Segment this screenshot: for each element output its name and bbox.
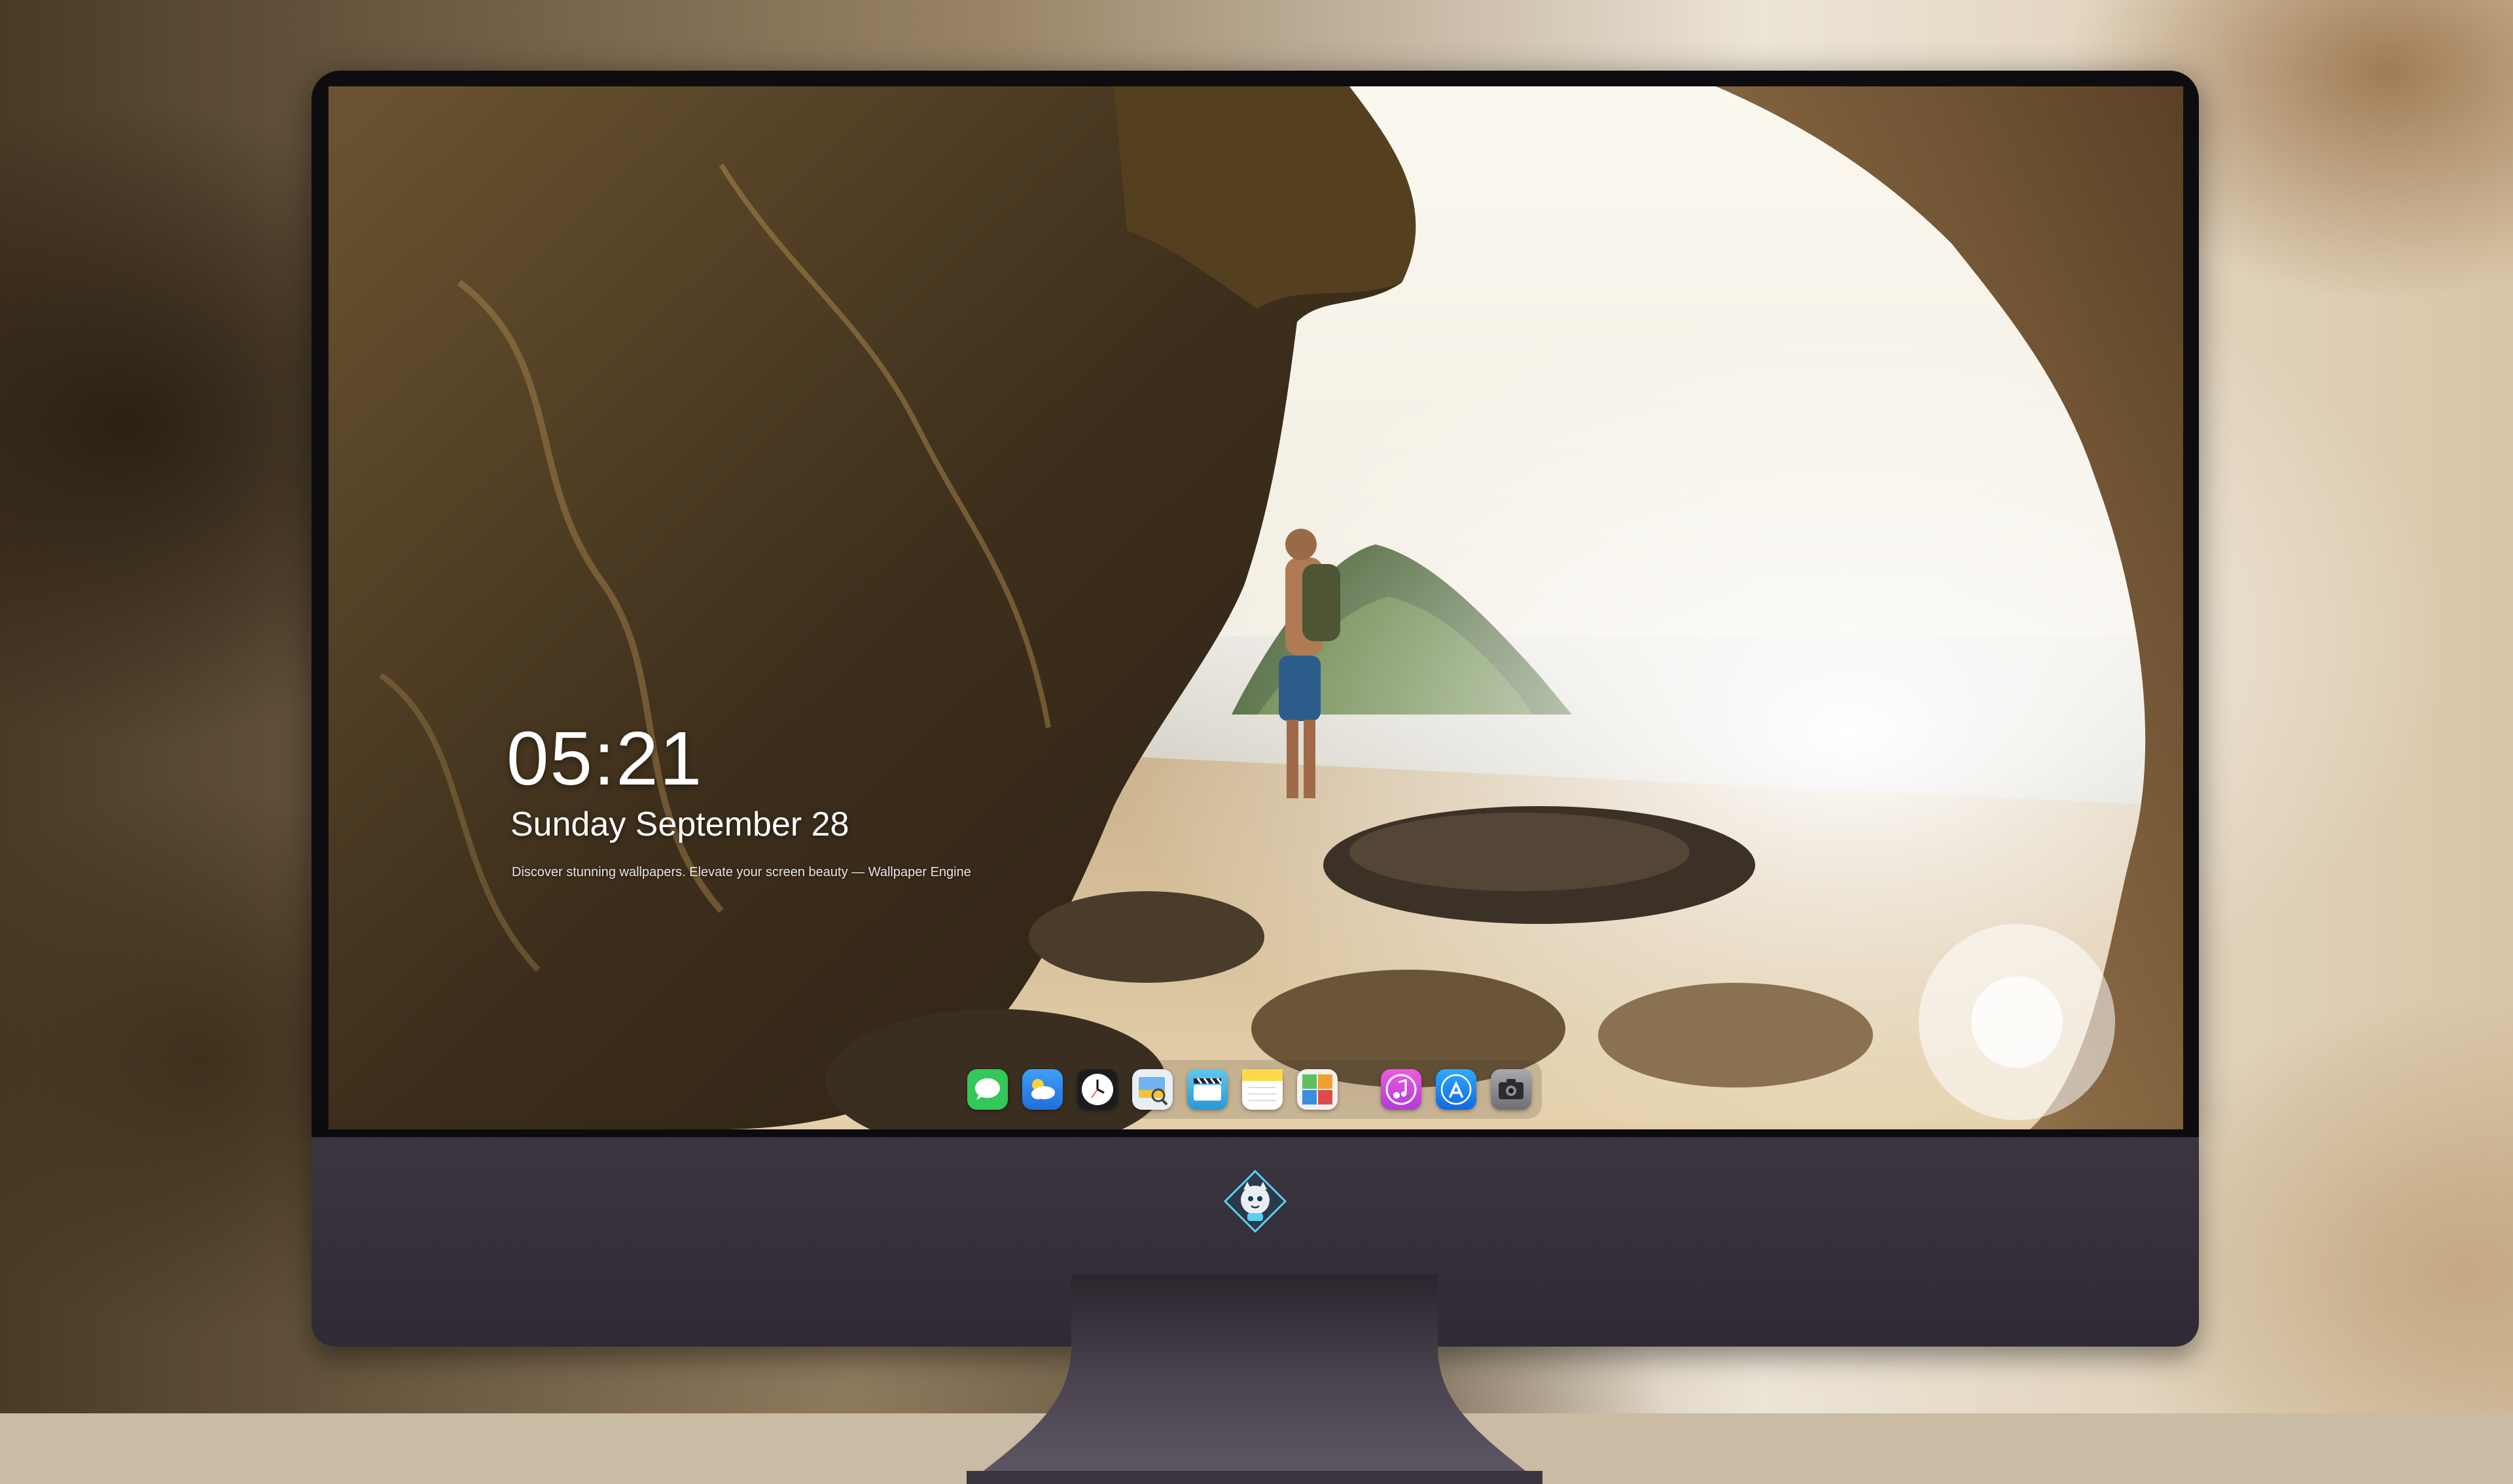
dock-item-notes[interactable] — [1242, 1069, 1283, 1110]
wallpaper-tagline: Discover stunning wallpapers. Elevate yo… — [512, 865, 971, 879]
monitor-bezel: 05:21 Sunday September 28 Discover stunn… — [312, 71, 2199, 1137]
dock-item-clips[interactable] — [1187, 1069, 1228, 1110]
app-store-icon — [1440, 1074, 1472, 1105]
desktop-screen[interactable]: 05:21 Sunday September 28 Discover stunn… — [329, 86, 2183, 1129]
dock-item-app-store[interactable] — [1436, 1069, 1476, 1110]
person-shorts — [1279, 656, 1321, 721]
dock-item-camera[interactable] — [1491, 1069, 1531, 1110]
dock-item-messages[interactable] — [967, 1069, 1008, 1110]
photo-booth-icon — [1302, 1074, 1332, 1104]
dock-item-weather[interactable] — [1022, 1069, 1063, 1110]
dock-item-preview[interactable] — [1132, 1069, 1173, 1110]
clock-icon — [1082, 1074, 1113, 1105]
camera-icon — [1499, 1079, 1524, 1099]
notes-icon — [1242, 1069, 1283, 1101]
music-icon — [1385, 1074, 1417, 1105]
dock-item-photo-booth[interactable] — [1297, 1069, 1338, 1110]
lock-screen-clock: 05:21 — [507, 716, 704, 801]
wallpaper — [329, 86, 2183, 1129]
lock-screen-date: Sunday September 28 — [510, 805, 849, 843]
dock-item-music[interactable] — [1381, 1069, 1421, 1110]
preview-icon — [1139, 1077, 1168, 1106]
mascot-logo-icon — [1224, 1170, 1287, 1233]
monitor-stand — [967, 1275, 1542, 1484]
clips-icon — [1194, 1078, 1222, 1101]
dock-item-clock[interactable] — [1077, 1069, 1118, 1110]
messages-icon — [975, 1078, 1000, 1100]
dock — [957, 1060, 1542, 1119]
weather-icon — [1031, 1079, 1055, 1099]
monitor: 05:21 Sunday September 28 Discover stunn… — [312, 71, 2199, 1484]
